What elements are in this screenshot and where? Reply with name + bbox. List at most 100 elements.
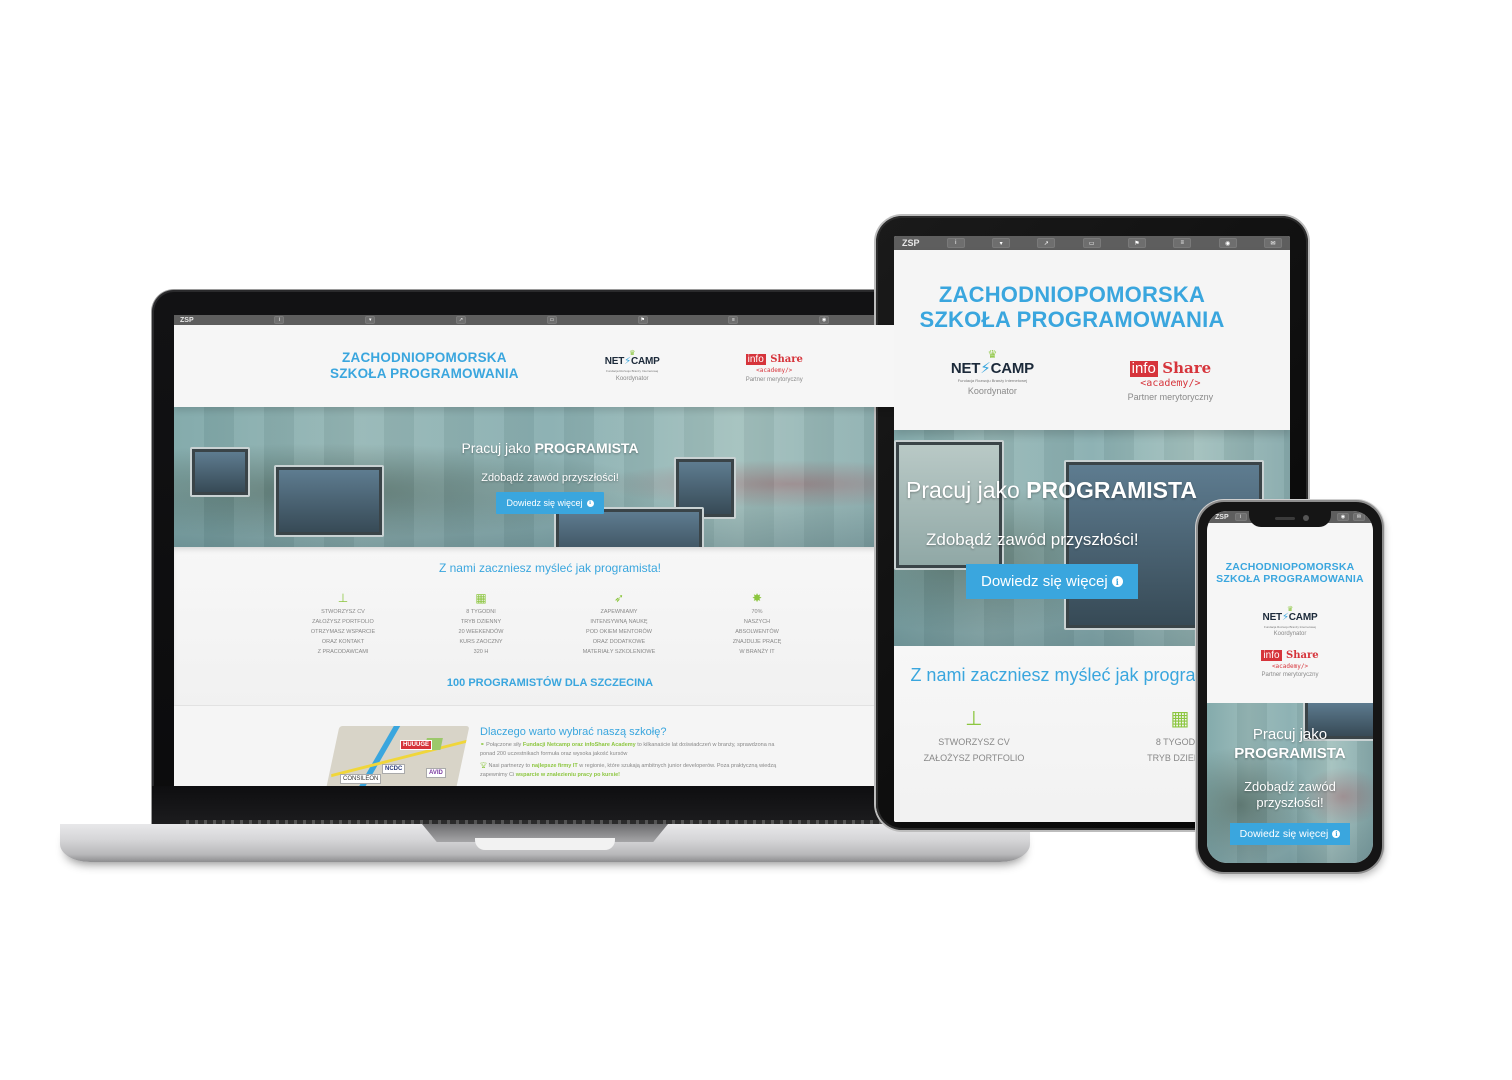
top-navbar: ZSP i ▾ ↗ ▭ ⚑ ≡ ◉ ✉ bbox=[894, 236, 1290, 250]
brand-logo[interactable]: ZSP bbox=[902, 238, 920, 248]
laptop-bezel-bottom bbox=[152, 786, 938, 824]
site-title-line1: ZACHODNIOPOMORSKA bbox=[938, 282, 1206, 307]
bolt-icon: ⚡ bbox=[624, 355, 631, 367]
infoshare-logo[interactable]: info Share <academy/> Partner merytorycz… bbox=[745, 349, 803, 383]
feature-line: OTRZYMASZ WSPARCIE bbox=[310, 629, 376, 635]
site-title: ZACHODNIOPOMORSKA SZKOŁA PROGRAMOWANIA bbox=[1207, 561, 1373, 585]
why-section: HUUUGE NCDC AVID CONSILEON Dlaczego wart… bbox=[174, 705, 926, 786]
netcamp-camp: CAMP bbox=[990, 359, 1035, 377]
hero-banner: Pracuj jako PROGRAMISTA Zdobądź zawód pr… bbox=[1207, 703, 1373, 863]
netcamp-tagline: Fundacja Rozwoju Branży Internetowej bbox=[606, 368, 659, 373]
netcamp-tagline: Fundacja Rozwoju Branży Internetowej bbox=[1263, 625, 1317, 630]
brand-logo[interactable]: ZSP bbox=[180, 317, 194, 324]
list-icon[interactable]: ≡ bbox=[1173, 238, 1192, 248]
feature-line: STWORZYSZ CV bbox=[938, 737, 1010, 747]
camera-icon bbox=[1303, 515, 1309, 521]
site-title-line2: SZKOŁA PROGRAMOWANIA bbox=[330, 366, 519, 381]
site-header: ZACHODNIOPOMORSKA SZKOŁA PROGRAMOWANIA ♛… bbox=[894, 250, 1290, 430]
netcamp-logo[interactable]: ♛ NET⚡CAMP Fundacja Rozwoju Branży Inter… bbox=[1207, 606, 1373, 638]
chart-icon[interactable]: ↗ bbox=[456, 316, 467, 324]
why-paragraph: 🏆︎ Nasi partnerzy to najlepsze firmy IT … bbox=[480, 762, 780, 780]
bolt-icon: ⚡ bbox=[980, 359, 991, 377]
infoshare-info: info bbox=[1129, 359, 1158, 378]
netcamp-camp: CAMP bbox=[630, 355, 660, 367]
infoshare-logo[interactable]: info Share <academy/> Partner merytorycz… bbox=[1128, 359, 1214, 402]
eye-icon[interactable]: ◉ bbox=[1218, 238, 1237, 248]
infoshare-caption: Partner merytoryczny bbox=[1127, 391, 1214, 402]
infoshare-wordmark: info Share bbox=[1207, 645, 1373, 663]
why-p2-before: Nasi partnerzy to bbox=[488, 763, 532, 769]
hero-headline-prefix: Pracuj jako bbox=[1252, 726, 1328, 743]
envelope-icon[interactable]: ✉ bbox=[1263, 238, 1282, 248]
why-p3-strong: wsparcie w znalezieniu pracy po kursie! bbox=[515, 772, 620, 778]
features-title: Z nami zaczniesz myśleć jak programista! bbox=[438, 561, 662, 575]
hero-headline: Pracuj jako PROGRAMISTA bbox=[1234, 725, 1345, 763]
netcamp-logo[interactable]: ♛ NET⚡CAMP Fundacja Rozwoju Branży Inter… bbox=[605, 350, 660, 382]
sitemap-icon: ⊥ bbox=[965, 708, 983, 730]
hero-subtitle: Zdobądź zawód przyszłości! bbox=[481, 472, 619, 484]
feature-line: ZNAJDUJE PRACĘ bbox=[732, 639, 782, 645]
netcamp-wordmark: ♛ NET⚡CAMP bbox=[951, 349, 1035, 377]
site-title-line1: ZACHODNIOPOMORSKA bbox=[342, 350, 507, 366]
monitor-icon[interactable]: ▭ bbox=[1082, 238, 1101, 248]
netcamp-caption: Koordynator bbox=[615, 375, 649, 382]
learn-more-label: Dowiedz się więcej bbox=[506, 498, 583, 508]
flag-icon[interactable]: ⚑ bbox=[637, 316, 648, 324]
learn-more-button[interactable]: Dowiedz się więcej i bbox=[496, 492, 604, 514]
feature-line: STWORZYSZ CV bbox=[321, 609, 365, 615]
hero-headline: Pracuj jako PROGRAMISTA bbox=[906, 477, 1197, 504]
partner-logos: ♛ NET⚡CAMP Fundacja Rozwoju Branży Inter… bbox=[894, 349, 1290, 402]
eye-icon[interactable]: ◉ bbox=[1337, 513, 1349, 521]
hero-headline-strong: PROGRAMISTA bbox=[1026, 477, 1197, 503]
trophy-icon: 🏆︎ bbox=[480, 763, 489, 769]
infoshare-share: Share bbox=[770, 354, 803, 365]
feature-line: POD OKIEM MENTORÓW bbox=[586, 629, 652, 635]
feature-line: ZAŁOŻYSZ PORTFOLIO bbox=[923, 753, 1025, 763]
hero-content: Pracuj jako PROGRAMISTA Zdobądź zawód pr… bbox=[1207, 703, 1373, 863]
shirt-icon[interactable]: ▾ bbox=[992, 238, 1011, 248]
learn-more-button[interactable]: Dowiedz się więcej i bbox=[1229, 823, 1351, 845]
programmers-headline: 100 PROGRAMISTÓW DLA SZCZECINA bbox=[446, 677, 654, 689]
info-icon[interactable]: i bbox=[946, 238, 965, 248]
feature-item: ⊥ STWORZYSZ CV ZAŁOŻYSZ PORTFOLIO OTRZYM… bbox=[293, 591, 393, 657]
envelope-icon[interactable]: ✉ bbox=[1353, 513, 1365, 521]
infoshare-logo[interactable]: info Share <academy/> Partner merytorycz… bbox=[1207, 645, 1373, 678]
netcamp-caption: Koordynator bbox=[1273, 631, 1307, 638]
feature-line: ORAZ KONTAKT bbox=[321, 639, 365, 645]
bolt-icon: ⚡ bbox=[1281, 612, 1289, 624]
feature-item: ✸ 70% NASZYCH ABSOLWENTÓW ZNAJDUJE PRACĘ… bbox=[707, 591, 807, 657]
netcamp-wordmark: ♛ NET⚡CAMP bbox=[1262, 606, 1318, 624]
infoshare-share: Share bbox=[1162, 358, 1212, 377]
feature-line: ABSOLWENTÓW bbox=[735, 629, 779, 635]
phone-notch bbox=[1249, 511, 1331, 527]
flag-icon[interactable]: ⚑ bbox=[1128, 238, 1146, 248]
list-icon[interactable]: ≡ bbox=[728, 316, 739, 324]
hero-content: Pracuj jako PROGRAMISTA Zdobądź zawód pr… bbox=[174, 407, 926, 547]
hero-headline: Pracuj jako PROGRAMISTA bbox=[461, 440, 638, 456]
site-title: ZACHODNIOPOMORSKA SZKOŁA PROGRAMOWANIA bbox=[894, 282, 1290, 333]
eye-icon[interactable]: ◉ bbox=[819, 316, 830, 324]
crown-icon: ♛ bbox=[987, 348, 998, 361]
infoshare-wordmark: info Share bbox=[745, 349, 803, 367]
infoshare-academy: <academy/> bbox=[756, 367, 793, 374]
hero-headline-strong: PROGRAMISTA bbox=[1234, 745, 1346, 762]
shirt-icon[interactable]: ▾ bbox=[365, 316, 376, 324]
feature-line: ZAŁOŻYSZ PORTFOLIO bbox=[312, 619, 374, 625]
infoshare-academy: <academy/> bbox=[1271, 663, 1309, 671]
crown-icon: ♛ bbox=[629, 349, 636, 357]
netcamp-net: NET bbox=[1262, 612, 1283, 624]
monitor-icon[interactable]: ▭ bbox=[546, 316, 557, 324]
chart-icon[interactable]: ↗ bbox=[1037, 238, 1056, 248]
site-title-line1: ZACHODNIOPOMORSKA bbox=[1225, 561, 1355, 573]
rocket-icon: ➶ bbox=[613, 591, 625, 605]
why-title: Dlaczego warto wybrać naszą szkołę? bbox=[480, 726, 667, 738]
infoshare-caption: Partner merytoryczny bbox=[745, 377, 803, 383]
feature-line: 8 TYGODNI bbox=[466, 609, 496, 615]
hero-headline-strong: PROGRAMISTA bbox=[534, 440, 639, 456]
info-circle-icon: i bbox=[1332, 830, 1341, 838]
netcamp-logo[interactable]: ♛ NET⚡CAMP Fundacja Rozwoju Branży Inter… bbox=[951, 349, 1035, 402]
feature-line: 320 H bbox=[473, 649, 489, 655]
learn-more-button[interactable]: Dowiedz się więcej i bbox=[966, 564, 1138, 599]
netcamp-wordmark: ♛ NET⚡CAMP bbox=[605, 350, 660, 367]
info-icon[interactable]: i bbox=[274, 316, 285, 324]
